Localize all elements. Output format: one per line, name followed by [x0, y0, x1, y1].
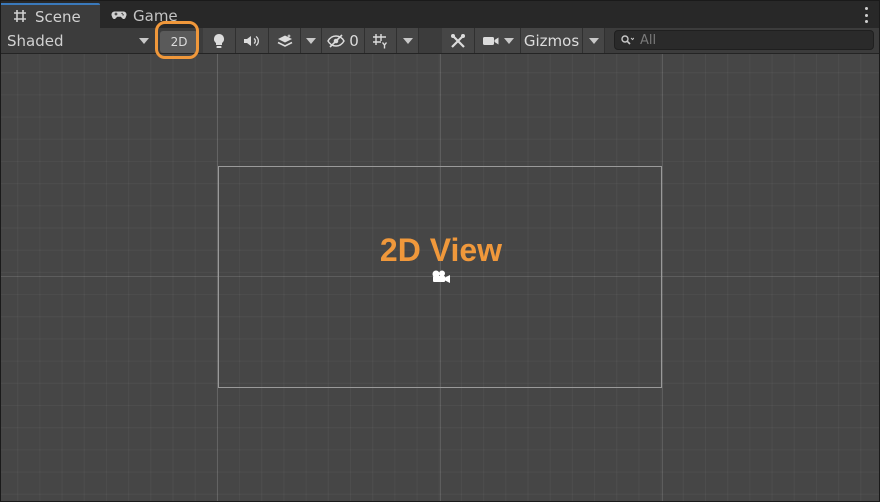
tab-scene[interactable]: Scene — [1, 3, 100, 28]
grid-major-line — [662, 54, 663, 501]
scene-viewport[interactable]: 2D View — [1, 54, 879, 501]
layers-effects-icon — [276, 33, 294, 49]
effects-dropdown-button[interactable] — [301, 28, 322, 53]
more-options-icon[interactable] — [863, 7, 869, 23]
grid-snap-button[interactable] — [365, 28, 397, 53]
tab-bar: Scene Game — [1, 1, 879, 29]
tab-scene-label: Scene — [35, 7, 81, 26]
grid-dropdown-button[interactable] — [397, 28, 419, 53]
effects-toggle-button[interactable] — [269, 28, 301, 53]
shading-mode-label: Shaded — [7, 31, 64, 50]
scene-window: Scene Game Shaded 2D 0 Gizmos All 2D Vie… — [0, 0, 880, 502]
gizmos-button[interactable]: Gizmos — [521, 28, 583, 53]
grid-hash-icon — [13, 9, 29, 25]
chevron-down-icon — [503, 37, 514, 44]
grid-axis-icon — [372, 33, 390, 49]
toggle-2d-button[interactable]: 2D — [160, 31, 198, 53]
hidden-eye-icon — [327, 33, 346, 48]
chevron-down-icon — [139, 37, 149, 44]
chevron-down-icon — [306, 37, 316, 44]
tab-game[interactable]: Game — [99, 3, 189, 28]
gizmos-dropdown-button[interactable] — [583, 28, 605, 53]
speaker-icon — [243, 34, 261, 48]
chevron-down-icon — [588, 37, 599, 44]
hidden-count: 0 — [349, 31, 359, 50]
tools-button[interactable] — [442, 28, 475, 53]
audio-toggle-button[interactable] — [236, 28, 269, 53]
camera-settings-button[interactable] — [475, 28, 521, 53]
search-input[interactable] — [640, 32, 860, 48]
hierarchy-search-field[interactable] — [614, 30, 874, 50]
lightbulb-icon — [212, 33, 226, 49]
scene-visibility-button[interactable]: 0 — [322, 28, 365, 53]
wrench-tools-icon — [450, 33, 466, 49]
camera-gizmo-icon[interactable] — [430, 269, 452, 285]
tab-game-label: Game — [133, 6, 178, 25]
gamepad-icon — [111, 8, 127, 24]
video-camera-icon — [482, 35, 500, 47]
shading-mode-dropdown[interactable]: Shaded — [1, 28, 155, 53]
search-icon — [621, 35, 634, 45]
view-mode-annotation: 2D View — [379, 232, 503, 268]
lighting-toggle-button[interactable] — [203, 28, 236, 53]
chevron-down-icon — [402, 37, 413, 44]
